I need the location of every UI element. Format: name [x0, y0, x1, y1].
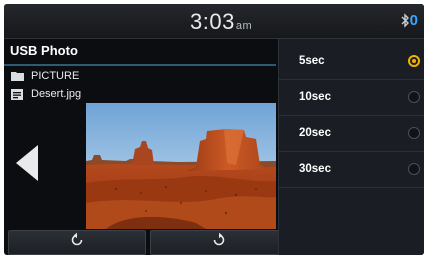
- folder-label: PICTURE: [31, 70, 80, 82]
- rotate-counterclockwise-icon: [69, 232, 85, 253]
- image-file-icon: [10, 88, 24, 100]
- clock-time: 3:03: [190, 9, 235, 34]
- page-title: USB Photo: [10, 43, 78, 58]
- interval-option-30sec[interactable]: 30sec: [279, 152, 424, 188]
- rotate-left-button[interactable]: [8, 230, 146, 255]
- radio-unselected-icon[interactable]: [408, 127, 420, 139]
- clock-ampm: am: [235, 20, 253, 32]
- radio-selected-icon[interactable]: [408, 55, 420, 67]
- clock: 3:03am: [190, 9, 252, 35]
- interval-option-10sec[interactable]: 10sec: [279, 80, 424, 116]
- radio-unselected-icon[interactable]: [408, 91, 420, 103]
- previous-arrow-icon[interactable]: [16, 145, 38, 181]
- head-unit-screen: 3:03am 0 USB Photo PICTURE Desert.jpg 5s…: [4, 4, 424, 255]
- slideshow-interval-menu: 5sec 10sec 20sec 30sec: [278, 39, 424, 255]
- option-label: 5sec: [299, 55, 325, 67]
- option-label: 20sec: [299, 127, 331, 139]
- radio-unselected-icon[interactable]: [408, 163, 420, 175]
- photo-viewer[interactable]: [86, 103, 276, 229]
- file-row[interactable]: Desert.jpg: [10, 88, 81, 100]
- option-label: 10sec: [299, 91, 331, 103]
- bluetooth-count: 0: [409, 12, 418, 29]
- title-divider: [4, 64, 276, 66]
- interval-option-5sec[interactable]: 5sec: [279, 44, 424, 80]
- interval-option-20sec[interactable]: 20sec: [279, 116, 424, 152]
- folder-icon: [10, 71, 24, 82]
- file-label: Desert.jpg: [31, 88, 82, 100]
- bluetooth-status: 0: [401, 12, 418, 29]
- rotate-right-button[interactable]: [150, 230, 288, 255]
- status-bar: 3:03am 0: [4, 4, 424, 39]
- option-label: 30sec: [299, 163, 331, 175]
- bluetooth-icon: [401, 13, 410, 28]
- desert-photo: [86, 103, 276, 229]
- rotate-clockwise-icon: [211, 232, 227, 253]
- folder-row[interactable]: PICTURE: [10, 70, 79, 82]
